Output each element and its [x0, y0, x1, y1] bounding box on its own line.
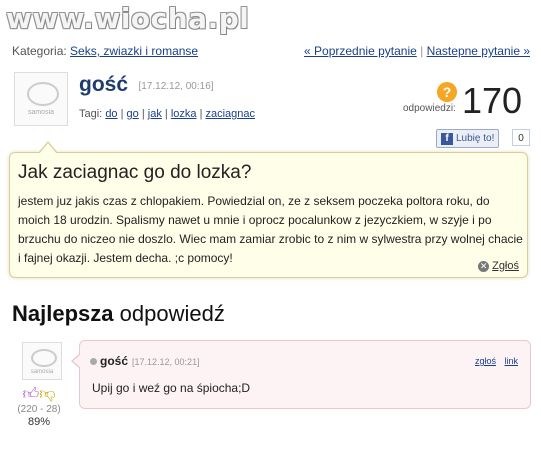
tag-link[interactable]: do	[105, 108, 117, 120]
category-label: Kategoria:	[12, 44, 67, 58]
answerer-name: gość	[100, 354, 129, 368]
report-question-link[interactable]: ✕ Zgłoś	[478, 260, 519, 272]
question-icon: ?	[437, 82, 457, 102]
breadcrumb: Kategoria: Seks, zwiazki i romanse « Pop…	[12, 44, 530, 58]
site-watermark: www.wiocha.pl	[6, 2, 250, 35]
answer-permalink[interactable]: link	[504, 356, 518, 366]
question-date: [17.12.12, 00:16]	[138, 81, 214, 92]
question-title: Jak zaciagnac go do lozka?	[18, 162, 252, 183]
facebook-icon: f	[441, 132, 453, 145]
avatar-caption: samosia	[30, 369, 54, 375]
answerer-avatar[interactable]: samosia	[22, 342, 62, 380]
tag-link[interactable]: lozka	[171, 108, 197, 120]
prev-question-link[interactable]: « Poprzednie pytanie	[304, 44, 417, 58]
next-question-link[interactable]: Nastepne pytanie »	[427, 44, 530, 58]
answer-text: Upij go i weź go na śpiocha;D	[92, 381, 251, 395]
avatar-caption: samosia	[27, 109, 55, 116]
like-label: Lubię to!	[456, 133, 495, 144]
vote-count: (220 - 28)	[17, 404, 61, 415]
question-box: Jak zaciagnac go do lozka? jestem juz ja…	[9, 141, 528, 278]
tag-link[interactable]: jak	[148, 108, 162, 120]
report-label: Zgłoś	[492, 260, 519, 272]
tags-row: Tagi: do | go | jak | lozka | zaciagnac	[79, 108, 256, 120]
facebook-like-button[interactable]: f Lubię to!	[436, 129, 500, 148]
best-heading-bold: Najlepsza	[12, 301, 114, 326]
best-heading-rest: odpowiedź	[119, 301, 225, 326]
answer-header: gość [17.12.12, 00:21]	[90, 354, 200, 368]
status-dot-icon	[90, 358, 97, 366]
thumbs-up-icon[interactable]: 👍︎	[23, 386, 40, 403]
best-answer-heading: Najlepsza odpowiedź	[12, 301, 225, 327]
answers-label: odpowiedzi:	[403, 103, 456, 114]
tag-link[interactable]: zaciagnac	[206, 108, 256, 120]
thumbs-down-icon[interactable]: 👎︎	[39, 386, 55, 403]
vote-panel: 👍︎👎︎ (220 - 28) 89%	[14, 386, 64, 428]
category-link[interactable]: Seks, zwiazki i romanse	[70, 44, 198, 58]
answer-date: [17.12.12, 00:21]	[132, 357, 200, 367]
tag-link[interactable]: go	[127, 108, 139, 120]
speech-bubbles-icon	[27, 82, 59, 106]
report-answer-link[interactable]: zgłoś	[475, 356, 496, 366]
like-count: 0	[512, 129, 530, 146]
question-body: jestem juz jakis czas z chlopakiem. Powi…	[18, 194, 523, 265]
question-nav: « Poprzednie pytanie | Nastepne pytanie …	[304, 44, 530, 58]
tags-label: Tagi:	[79, 108, 103, 120]
asker-avatar[interactable]: samosia	[14, 72, 68, 126]
answers-count: 170	[462, 80, 523, 121]
asker-name: gość	[79, 73, 129, 96]
asker-info: gość [17.12.12, 00:16]	[79, 73, 214, 97]
speech-bubbles-icon	[31, 349, 57, 367]
nav-separator: |	[420, 44, 424, 58]
answer-box: gość [17.12.12, 00:21] zgłoś link Upij go…	[71, 340, 531, 409]
close-icon: ✕	[478, 261, 490, 272]
vote-percent: 89%	[27, 416, 51, 428]
answer-links: zgłoś link	[469, 356, 518, 366]
